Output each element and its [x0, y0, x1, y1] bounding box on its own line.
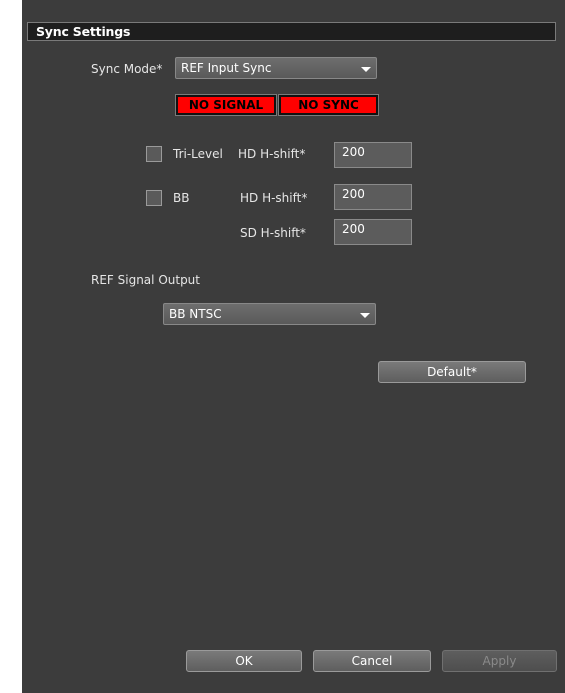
chevron-down-icon — [361, 67, 371, 72]
ok-button[interactable]: OK — [186, 650, 302, 672]
tri-level-checkbox[interactable] — [146, 146, 162, 162]
bb-sd-hshift-input[interactable] — [335, 220, 411, 244]
default-button[interactable]: Default* — [378, 361, 526, 383]
sync-mode-value: REF Input Sync — [181, 61, 272, 75]
panel-title: Sync Settings — [36, 24, 131, 39]
tri-level-hd-hshift-label: HD H-shift* — [238, 147, 306, 161]
bb-hd-hshift-field[interactable] — [334, 184, 412, 210]
bb-sd-hshift-label: SD H-shift* — [240, 226, 306, 240]
sync-settings-window: Sync Settings Sync Mode* REF Input Sync … — [0, 0, 565, 693]
sync-mode-dropdown[interactable]: REF Input Sync — [175, 57, 377, 79]
apply-button[interactable]: Apply — [442, 650, 557, 672]
bb-sd-hshift-field[interactable] — [334, 219, 412, 245]
no-sync-badge: NO SYNC — [278, 94, 379, 116]
bb-label: BB — [173, 191, 190, 205]
no-signal-badge: NO SIGNAL — [175, 94, 277, 116]
bb-hd-hshift-label: HD H-shift* — [240, 191, 308, 205]
ref-signal-output-label: REF Signal Output — [91, 273, 200, 287]
bb-hd-hshift-input[interactable] — [335, 185, 411, 209]
cancel-button[interactable]: Cancel — [313, 650, 431, 672]
ref-signal-output-dropdown[interactable]: BB NTSC — [163, 303, 376, 325]
tri-level-label: Tri-Level — [173, 147, 223, 161]
chevron-down-icon — [360, 313, 370, 318]
ref-signal-output-value: BB NTSC — [169, 307, 222, 321]
tri-level-hd-hshift-field[interactable] — [334, 142, 412, 168]
left-margin — [0, 0, 22, 693]
sync-mode-label: Sync Mode* — [91, 62, 163, 76]
bb-checkbox[interactable] — [146, 190, 162, 206]
title-bar: Sync Settings — [27, 22, 556, 41]
tri-level-hd-hshift-input[interactable] — [335, 143, 411, 167]
